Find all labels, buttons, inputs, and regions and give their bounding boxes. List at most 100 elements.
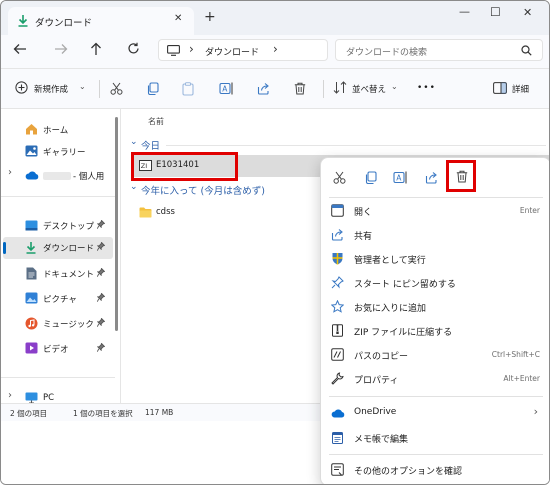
folder-name: cdss xyxy=(156,207,175,217)
new-tab-button[interactable]: + xyxy=(204,9,216,25)
new-button[interactable]: 新規作成 ⌄ xyxy=(15,81,95,99)
menu-item-copy-path[interactable]: パスのコピー Ctrl+Shift+C xyxy=(321,343,549,367)
details-button[interactable]: 詳細 xyxy=(493,81,545,99)
share-icon[interactable] xyxy=(257,82,270,95)
cut-icon[interactable] xyxy=(110,82,123,95)
menu-item-label: 共有 xyxy=(354,232,373,242)
sidebar-item-label: ホーム xyxy=(43,126,69,136)
menu-item-more-options[interactable]: その他のオプションを確認 xyxy=(321,458,549,482)
music-icon xyxy=(25,317,38,330)
menu-separator xyxy=(329,197,543,198)
pin-icon[interactable] xyxy=(97,268,105,277)
zip-icon xyxy=(331,324,344,337)
sidebar-item-onedrive[interactable]: - 個人用 xyxy=(25,165,115,187)
back-icon[interactable] xyxy=(13,43,27,55)
pin-icon[interactable] xyxy=(97,293,105,302)
sort-button[interactable]: 並べ替え ⌄ xyxy=(333,81,403,99)
pin-icon[interactable] xyxy=(97,343,105,352)
close-tab-icon[interactable]: ✕ xyxy=(174,13,182,24)
sidebar-item-desktop[interactable]: デスクトップ xyxy=(25,215,115,237)
plus-circle-icon xyxy=(15,81,28,94)
group-header-today[interactable]: 今日 xyxy=(141,138,160,152)
new-label: 新規作成 xyxy=(34,85,69,95)
minimize-button[interactable]: — xyxy=(459,5,470,18)
sidebar-item-label: ピクチャ xyxy=(43,295,77,305)
delete-icon[interactable] xyxy=(294,82,306,95)
pin-icon[interactable] xyxy=(97,242,105,251)
star-icon xyxy=(331,300,344,313)
sidebar-item-downloads[interactable]: ダウンロード xyxy=(25,237,115,259)
sidebar-item-videos[interactable]: ビデオ xyxy=(25,338,115,360)
menu-item-open[interactable]: 開く Enter xyxy=(321,199,549,223)
pin-icon[interactable] xyxy=(97,318,105,327)
group-header-this-year[interactable]: 今年に入って (今月は含めず) xyxy=(141,183,265,197)
sort-label: 並べ替え xyxy=(352,85,387,95)
forward-icon[interactable] xyxy=(54,43,68,55)
sidebar-item-documents[interactable]: ドキュメント xyxy=(25,263,115,285)
column-header-name[interactable]: 名前 xyxy=(148,116,164,127)
search-icon[interactable] xyxy=(521,45,532,56)
selection-indicator xyxy=(3,242,6,254)
breadcrumb-downloads[interactable]: ダウンロード xyxy=(205,45,259,58)
menu-item-pin-to-start[interactable]: スタート にピン留めする xyxy=(321,271,549,295)
sidebar-scrollbar[interactable] xyxy=(115,117,118,331)
cut-icon[interactable] xyxy=(333,171,346,184)
share-icon[interactable] xyxy=(425,171,438,184)
status-item-count: 2 個の項目 xyxy=(10,409,48,418)
menu-item-label: プロパティ xyxy=(354,376,399,386)
svg-text:A: A xyxy=(222,85,228,94)
menu-item-label: ZIP ファイルに圧縮する xyxy=(354,328,453,338)
maximize-button[interactable]: ☐ xyxy=(490,5,501,19)
more-button[interactable]: ••• xyxy=(417,83,436,93)
details-pane-icon xyxy=(493,82,507,94)
sort-icon xyxy=(333,81,347,94)
menu-item-shortcut: Alt+Enter xyxy=(503,374,540,383)
sidebar-item-label: ビデオ xyxy=(43,345,69,355)
menu-item-label: お気に入りに追加 xyxy=(354,304,427,314)
pin-icon[interactable] xyxy=(97,220,105,229)
search-input[interactable]: ダウンロードの検索 xyxy=(335,39,543,61)
menu-item-compress-zip[interactable]: ZIP ファイルに圧縮する xyxy=(321,319,549,343)
sidebar-divider xyxy=(1,196,115,197)
menu-item-label: 管理者として実行 xyxy=(354,256,426,266)
pane-divider[interactable] xyxy=(120,109,121,403)
expand-chevron-icon[interactable]: › xyxy=(8,167,12,178)
menu-separator xyxy=(329,396,543,397)
menu-item-onedrive[interactable]: OneDrive › xyxy=(321,401,549,425)
menu-item-label: メモ帳で編集 xyxy=(354,435,409,445)
sidebar-item-label: ミュージック xyxy=(43,320,94,330)
paste-icon[interactable] xyxy=(182,82,194,96)
menu-item-share[interactable]: 共有 xyxy=(321,223,549,247)
sidebar-divider xyxy=(1,377,115,378)
rename-icon[interactable]: A xyxy=(219,82,234,95)
menu-item-run-as-admin[interactable]: 管理者として実行 xyxy=(321,247,549,271)
sidebar-item-music[interactable]: ミュージック xyxy=(25,313,115,335)
collapse-chevron-icon[interactable]: ⌄ xyxy=(130,182,138,192)
breadcrumb-chevron[interactable]: › xyxy=(273,42,278,56)
address-box[interactable]: › ダウンロード › xyxy=(158,39,328,61)
context-menu: A 開く Enter 共有 管理者として実行 スタート にピン留めする お気に入… xyxy=(320,157,549,484)
refresh-icon[interactable] xyxy=(127,42,140,55)
menu-item-label: OneDrive xyxy=(354,407,397,417)
up-icon[interactable] xyxy=(90,42,102,56)
expand-chevron-icon[interactable]: › xyxy=(8,390,12,401)
sidebar-item-home[interactable]: ホーム xyxy=(25,119,115,141)
rename-icon[interactable]: A xyxy=(393,171,408,184)
status-selection: 1 個の項目を選択 xyxy=(73,409,133,418)
svg-text:A: A xyxy=(396,174,402,183)
submenu-chevron-icon: › xyxy=(533,405,538,418)
breadcrumb-chevron[interactable]: › xyxy=(189,42,194,56)
tab-downloads[interactable]: ダウンロード ✕ xyxy=(8,7,194,35)
sidebar-item-pictures[interactable]: ピクチャ xyxy=(25,288,115,310)
blurred-account-name xyxy=(43,172,71,180)
chevron-down-icon: ⌄ xyxy=(391,82,398,91)
open-icon xyxy=(331,204,344,217)
copy-icon[interactable] xyxy=(364,171,377,184)
collapse-chevron-icon[interactable]: ⌄ xyxy=(130,137,138,147)
menu-item-edit-notepad[interactable]: メモ帳で編集 xyxy=(321,426,549,450)
menu-item-add-favorite[interactable]: お気に入りに追加 xyxy=(321,295,549,319)
close-window-button[interactable]: ✕ xyxy=(523,6,532,19)
menu-item-properties[interactable]: プロパティ Alt+Enter xyxy=(321,367,549,391)
copy-icon[interactable] xyxy=(146,82,159,95)
sidebar-item-gallery[interactable]: ギャラリー xyxy=(25,141,115,163)
